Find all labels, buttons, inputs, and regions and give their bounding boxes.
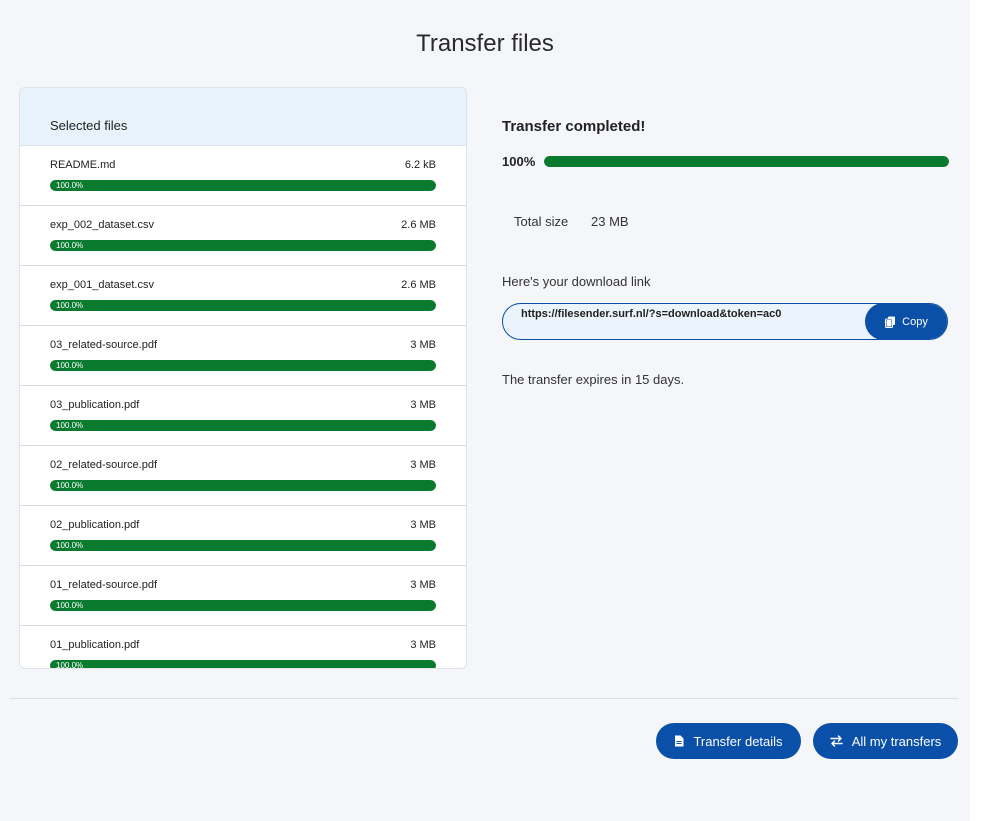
file-progress-fill [50,660,436,668]
total-size-value: 23 MB [591,214,629,229]
file-progress-fill [50,480,436,491]
total-progress-fill [544,156,949,167]
page-title: Transfer files [416,30,554,57]
download-link-field[interactable]: https://filesender.surf.nl/?s=download&t… [502,303,948,340]
file-name: 01_publication.pdf [50,639,140,651]
copy-icon [885,316,896,328]
total-progress-percent: 100% [502,154,536,169]
file-progress-bar: 100.0% [50,360,436,371]
file-row: 03_publication.pdf 3 MB 100.0% [20,386,466,446]
file-progress-label: 100.0% [56,601,84,610]
file-progress-bar: 100.0% [50,480,436,491]
file-progress-label: 100.0% [56,241,84,250]
all-transfers-label: All my transfers [851,733,942,749]
file-size: 6.2 kB [404,159,436,171]
file-size: 2.6 MB [401,279,436,291]
file-size: 3 MB [410,459,436,471]
document-icon [674,735,684,747]
file-row: 02_publication.pdf 3 MB 100.0% [20,506,466,566]
file-progress-bar: 100.0% [50,240,436,251]
file-progress-label: 100.0% [56,481,84,490]
file-progress-bar: 100.0% [50,600,436,611]
file-name: 01_related-source.pdf [50,579,158,591]
file-name: 02_related-source.pdf [50,459,158,471]
file-progress-label: 100.0% [56,301,84,310]
file-row: exp_002_dataset.csv 2.6 MB 100.0% [20,206,466,266]
file-row: 01_related-source.pdf 3 MB 100.0% [20,566,466,626]
total-size-label: Total size [514,214,569,229]
file-progress-bar: 100.0% [50,180,436,191]
file-size: 3 MB [410,519,436,531]
file-size: 2.6 MB [401,219,436,231]
file-progress-fill [50,240,436,251]
panel-header-title: Selected files [50,118,128,133]
file-progress-label: 100.0% [56,181,84,190]
footer-divider [10,698,958,699]
file-progress-fill [50,540,436,551]
transfer-details-label: Transfer details [693,733,783,749]
selected-files-panel[interactable]: Selected files README.md 6.2 kB 100.0% exp_… [19,87,467,669]
copy-button-label: Copy [902,315,928,328]
page-background: Transfer files Selected files README.md 6… [0,0,970,821]
total-progress-bar [544,156,949,167]
file-size: 3 MB [410,579,436,591]
file-size: 3 MB [410,399,436,411]
file-progress-bar: 100.0% [50,540,436,551]
file-name: 03_publication.pdf [50,399,140,411]
file-size: 3 MB [410,339,436,351]
transfer-details-button[interactable]: Transfer details [656,723,801,759]
download-link-text[interactable]: https://filesender.surf.nl/?s=download&t… [521,308,841,320]
file-name: exp_001_dataset.csv [50,279,154,291]
expiry-notice: The transfer expires in 15 days. [502,372,685,387]
file-name: 02_publication.pdf [50,519,140,531]
panel-header: Selected files [20,88,466,146]
file-progress-fill [50,360,436,371]
file-progress-label: 100.0% [56,661,84,669]
file-row: 02_related-source.pdf 3 MB 100.0% [20,446,466,506]
file-row: exp_001_dataset.csv 2.6 MB 100.0% [20,266,466,326]
file-progress-label: 100.0% [56,541,84,550]
file-row: 01_publication.pdf 3 MB 100.0% [20,626,466,669]
transfer-status-title: Transfer completed! [502,118,646,135]
file-row: 03_related-source.pdf 3 MB 100.0% [20,326,466,386]
file-row: README.md 6.2 kB 100.0% [20,146,466,206]
file-size: 3 MB [410,639,436,651]
file-list: README.md 6.2 kB 100.0% exp_002_dataset.csv… [20,146,466,669]
download-link-label: Here's your download link [502,274,651,289]
file-progress-fill [50,420,436,431]
file-progress-bar: 100.0% [50,300,436,311]
file-name: README.md [50,159,116,171]
file-progress-bar: 100.0% [50,420,436,431]
file-progress-fill [50,180,436,191]
file-progress-fill [50,600,436,611]
copy-link-button[interactable]: Copy [865,304,947,339]
file-progress-bar: 100.0% [50,660,436,669]
file-progress-label: 100.0% [56,421,84,430]
file-progress-label: 100.0% [56,361,84,370]
file-name: exp_002_dataset.csv [50,219,154,231]
swap-arrows-icon [829,735,843,747]
all-transfers-button[interactable]: All my transfers [813,723,958,759]
file-name: 03_related-source.pdf [50,339,158,351]
file-progress-fill [50,300,436,311]
